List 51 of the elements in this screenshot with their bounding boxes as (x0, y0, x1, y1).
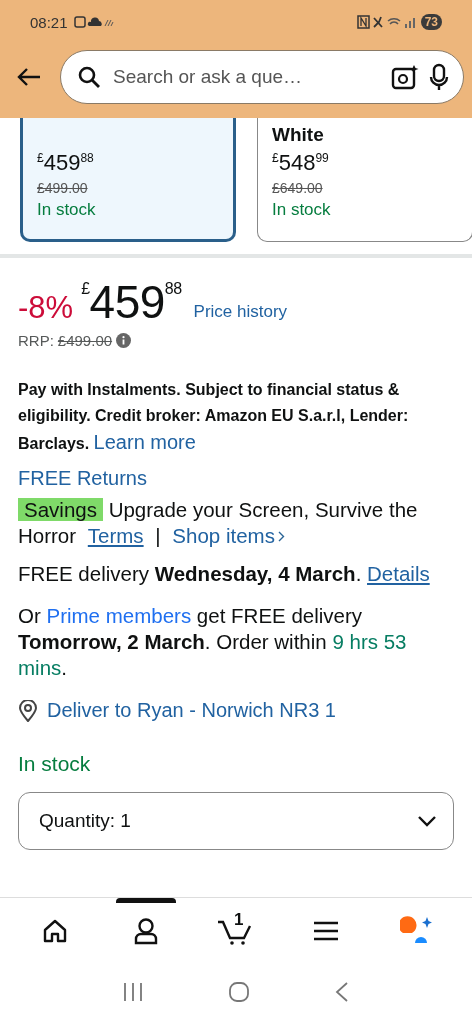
prime-members-link[interactable]: Prime members (46, 604, 192, 627)
back-icon[interactable] (334, 981, 350, 1003)
home-button-icon[interactable] (228, 981, 250, 1003)
savings-text: Savings Upgrade your Screen, Survive the Horror Terms | Shop items (18, 497, 419, 549)
separator: | (155, 524, 161, 547)
status-icons (73, 16, 114, 28)
info-icon[interactable] (116, 333, 132, 348)
camera-icon[interactable] (391, 64, 419, 90)
variant-price: $^{£}$459$^{88}$ (37, 150, 95, 176)
variant-was-price: £649.00 (272, 180, 324, 196)
chevron-icon (277, 531, 285, 542)
deliver-to-link[interactable]: Deliver to Ryan - Norwich NR3 1 (47, 699, 336, 722)
variant-stock: In stock (272, 200, 332, 220)
delivery-text: FREE delivery Wednesday, 4 March. Details (18, 561, 431, 587)
variant-price: $^{£}$548$^{99}$ (272, 150, 330, 176)
recent-apps-icon[interactable] (122, 982, 144, 1002)
status-time: 08:21 (30, 13, 68, 31)
price-history-link[interactable]: Price history (193, 302, 288, 322)
location-pin-icon (18, 699, 38, 722)
discount-percent: -8% (18, 289, 74, 327)
rrp-label: RRP: (18, 332, 54, 349)
cart-count: 1 (233, 910, 244, 930)
microphone-icon[interactable] (429, 63, 449, 91)
terms-link[interactable]: Terms (87, 524, 144, 547)
back-arrow-icon[interactable] (16, 67, 42, 87)
battery-level: 73 (420, 14, 442, 30)
variant-stock: In stock (37, 200, 97, 220)
variant-card[interactable]: $^{£}$459$^{88}$ £499.00 In stock (20, 118, 236, 242)
learn-more-link[interactable]: Learn more (93, 431, 196, 453)
home-icon (42, 918, 69, 944)
rrp-price: £499.00 (57, 332, 113, 349)
account-icon (132, 917, 159, 945)
price: $^{£}$459$^{88}$ (81, 275, 182, 328)
menu-icon (313, 920, 340, 942)
chevron-down-icon (417, 815, 437, 827)
instalments-text: Pay with Instalments. Subject to financial status & eligibility. Credit broker: Amazon EU S.a.r.l, Lender: Barclays. Learn more (18, 380, 410, 455)
details-link[interactable]: Details (367, 562, 430, 585)
savings-badge: Savings (18, 498, 103, 521)
variant-card[interactable]: White $^{£}$548$^{99}$ £649.00 In stock (257, 118, 472, 242)
search-bar[interactable]: Search or ask a que… (60, 50, 464, 104)
stock-status: In stock (18, 752, 92, 776)
free-returns-link[interactable]: FREE Returns (18, 465, 454, 491)
prime-delivery-text: Or Prime members get FREE delivery Tomorrow, 2 March. Order within 9 hrs 53 mins. (18, 603, 408, 681)
quantity-dropdown[interactable]: Quantity: 1 (18, 792, 454, 850)
search-field[interactable]: Search or ask a que… (111, 65, 381, 89)
shop-items-link[interactable]: Shop items (172, 524, 285, 547)
variant-name: White (272, 124, 325, 147)
system-tray-icons (356, 15, 415, 29)
nav-tab[interactable]: 1 (205, 897, 266, 960)
variant-was-price: £499.00 (37, 180, 89, 196)
search-icon (77, 65, 101, 89)
